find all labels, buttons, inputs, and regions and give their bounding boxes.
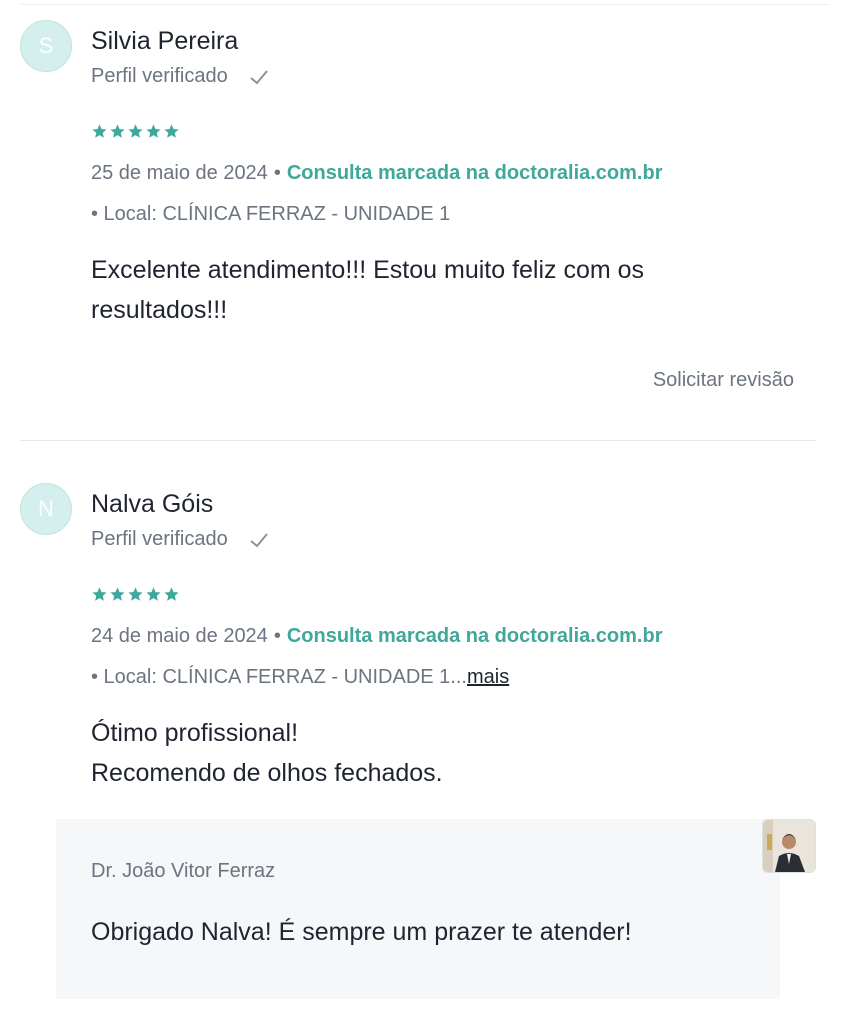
review-divider xyxy=(20,440,816,441)
separator-dot: • xyxy=(273,162,281,184)
more-link[interactable]: mais xyxy=(467,666,509,688)
doctor-reply xyxy=(56,819,780,999)
review-location: • Local: CLÍNICA FERRAZ - UNIDADE 1...ma… xyxy=(91,666,509,689)
verified-label: Perfil verificado xyxy=(91,65,228,87)
star-icon xyxy=(92,124,107,138)
reviewer-avatar: N xyxy=(20,483,72,535)
reviewer-avatar: S xyxy=(20,20,72,72)
star-rating xyxy=(91,123,180,140)
check-icon xyxy=(250,69,268,84)
star-icon xyxy=(110,587,125,601)
review-text: Excelente atendimento!!! Estou muito fel… xyxy=(91,256,645,324)
top-divider xyxy=(20,4,830,5)
review-text-line: Ótimo profissional! xyxy=(91,719,299,747)
verified-profile: Perfil verificado xyxy=(91,65,270,88)
star-icon xyxy=(146,124,161,138)
reply-text: Obrigado Nalva! É sempre um prazer te at… xyxy=(91,918,632,946)
star-icon xyxy=(128,124,143,138)
verified-profile: Perfil verificado xyxy=(91,528,270,551)
star-icon xyxy=(128,587,143,601)
separator-dot: • xyxy=(273,625,281,647)
review-meta: 25 de maio de 2024 • Consulta marcada na d… xyxy=(91,162,662,185)
review-text: Ótimo profissional! Recomendo de olhos f… xyxy=(91,713,771,793)
review-date: 25 de maio de 2024 xyxy=(91,162,268,184)
verified-label: Perfil verificado xyxy=(91,528,228,550)
reply-doctor-name: Dr. João Vitor Ferraz xyxy=(91,860,276,882)
star-icon xyxy=(164,587,179,601)
request-review-link[interactable]: Solicitar revisão xyxy=(653,369,794,392)
location-text: • Local: CLÍNICA FERRAZ - UNIDADE 1... xyxy=(91,666,467,688)
star-rating xyxy=(91,586,180,603)
star-icon xyxy=(92,587,107,601)
review-text-line: Recomendo de olhos fechados. xyxy=(91,759,443,787)
reviewer-name: Silvia Pereira xyxy=(91,27,239,55)
review-date: 24 de maio de 2024 xyxy=(91,625,268,647)
doctor-avatar xyxy=(762,819,816,873)
review-meta: 24 de maio de 2024 • Consulta marcada na d… xyxy=(91,625,662,648)
star-icon xyxy=(164,124,179,138)
doctor-photo xyxy=(763,820,815,872)
booking-source: Consulta marcada na doctoralia.com.br xyxy=(286,625,663,647)
booking-source: Consulta marcada na doctoralia.com.br xyxy=(286,162,663,184)
check-icon xyxy=(250,532,268,547)
reviewer-name: Nalva Góis xyxy=(91,490,214,518)
review-location: • Local: CLÍNICA FERRAZ - UNIDADE 1 xyxy=(91,203,451,225)
star-icon xyxy=(146,587,161,601)
star-icon xyxy=(110,124,125,138)
